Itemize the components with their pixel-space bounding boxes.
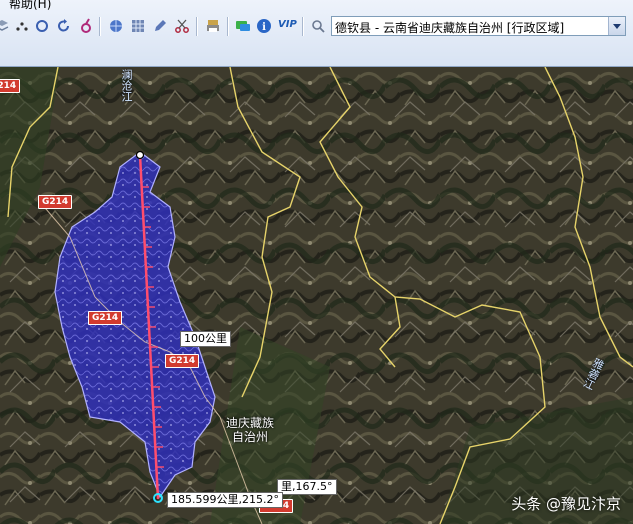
river-label-lancang: 澜沧江: [120, 69, 133, 102]
globe-icon[interactable]: [108, 18, 124, 34]
watermark: 头条 @豫见汴京: [511, 495, 621, 513]
svg-text:i: i: [262, 22, 266, 33]
toolbar-chrome: 帮助(H) i VIP 德钦县 - 云南省迪庆藏族自治州 [行政区域]: [0, 0, 633, 67]
pencil-icon[interactable]: [152, 18, 168, 34]
menu-bar: 帮助(H): [0, 0, 633, 12]
region-select-value: 德钦县 - 云南省迪庆藏族自治州 [行政区域]: [335, 21, 565, 35]
info-icon[interactable]: i: [256, 18, 272, 34]
road-label-g214: G214: [0, 79, 21, 93]
message-icon[interactable]: [235, 18, 251, 34]
road-label-g214: G214: [38, 195, 73, 209]
measure-result-label: 185.599公里,215.2°: [167, 492, 283, 508]
region-select[interactable]: 德钦县 - 云南省迪庆藏族自治州 [行政区域]: [331, 16, 626, 36]
circle-refresh-icon[interactable]: [34, 18, 50, 34]
road-label-g214: G214: [165, 354, 200, 368]
region-name-line2: 自治州: [232, 430, 269, 444]
search-icon[interactable]: [310, 18, 326, 34]
measure-bearing-label: 里,167.5°: [277, 479, 337, 495]
grid-icon[interactable]: [130, 18, 146, 34]
scale-mark-label: 100公里: [180, 331, 231, 347]
pin-icon[interactable]: [78, 18, 94, 34]
satellite-map[interactable]: G214 G214 G214 G214 G214 澜沧江 雅砻江 迪庆藏族 自治…: [0, 67, 633, 524]
map-canvas: [0, 67, 633, 524]
dots-icon[interactable]: [14, 18, 30, 34]
menu-help[interactable]: 帮助(H): [9, 0, 51, 12]
scissors-icon[interactable]: [174, 18, 190, 34]
road-label-g214: G214: [88, 311, 123, 325]
chevron-down-icon[interactable]: [608, 17, 625, 35]
printer-icon[interactable]: [205, 18, 221, 34]
layers-icon[interactable]: [0, 18, 10, 34]
vip-button[interactable]: VIP: [278, 19, 297, 30]
rotate-icon[interactable]: [56, 18, 72, 34]
